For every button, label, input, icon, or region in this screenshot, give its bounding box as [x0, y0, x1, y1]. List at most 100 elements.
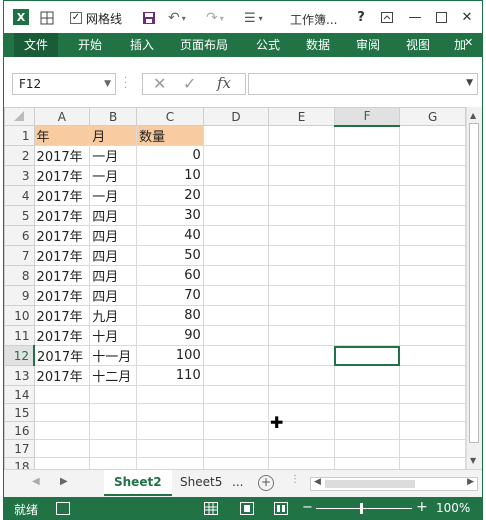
column-header-d[interactable]: D: [202, 107, 270, 126]
cell-e7[interactable]: [268, 245, 335, 266]
drag-handle-icon[interactable]: · · ·: [124, 74, 127, 94]
cell-e3[interactable]: [268, 165, 335, 186]
formula-input[interactable]: ▼: [248, 73, 478, 95]
scroll-thumb[interactable]: [469, 123, 479, 443]
zoom-slider[interactable]: [316, 508, 412, 509]
cell-a9[interactable]: 2017年: [33, 285, 91, 306]
row-header[interactable]: 2: [4, 145, 35, 166]
cell-e8[interactable]: [268, 265, 335, 286]
sheet-tab-sheet5[interactable]: Sheet5: [170, 470, 232, 496]
cell-f6[interactable]: [333, 225, 401, 246]
cell-f11[interactable]: [333, 325, 401, 346]
cell-a3[interactable]: 2017年: [33, 165, 91, 186]
cell-g9[interactable]: [399, 285, 466, 306]
more-sheets-button[interactable]: ...: [226, 470, 249, 496]
tab-review[interactable]: 审阅: [356, 33, 380, 57]
cell-a13[interactable]: 2017年: [33, 365, 91, 386]
row-header[interactable]: 8: [4, 265, 35, 286]
cell-g14[interactable]: [399, 385, 466, 404]
zoom-slider-knob[interactable]: [360, 503, 363, 514]
horizontal-scrollbar[interactable]: ◀ ▶: [310, 477, 478, 491]
cell-g6[interactable]: [399, 225, 466, 246]
cell-e5[interactable]: [268, 205, 335, 226]
cell-e12[interactable]: [268, 345, 335, 366]
cell-a4[interactable]: 2017年: [33, 185, 91, 206]
cell-a18[interactable]: [33, 457, 91, 469]
cell-f8[interactable]: [333, 265, 401, 286]
row-header[interactable]: 1: [4, 125, 35, 146]
row-header[interactable]: 12: [4, 345, 36, 366]
add-sheet-icon[interactable]: +: [258, 475, 274, 491]
cell-c13[interactable]: 110: [136, 365, 204, 386]
cell-b3[interactable]: 一月: [89, 165, 138, 186]
cell-g4[interactable]: [399, 185, 466, 206]
cell-b14[interactable]: [89, 385, 138, 404]
cell-g17[interactable]: [399, 439, 466, 458]
cell-d15[interactable]: [202, 403, 270, 422]
tab-data[interactable]: 数据: [306, 33, 330, 57]
tab-home[interactable]: 开始: [78, 33, 102, 57]
customize-toolbar-icon[interactable]: ☰ ▾: [244, 9, 263, 27]
zoom-in-icon[interactable]: +: [416, 499, 428, 515]
row-header[interactable]: 4: [4, 185, 35, 206]
cell-g7[interactable]: [399, 245, 466, 266]
scroll-up-icon[interactable]: ▲: [470, 111, 476, 120]
cancel-icon[interactable]: ✕: [153, 74, 166, 93]
cell-c11[interactable]: 90: [136, 325, 204, 346]
cell-f5[interactable]: [333, 205, 401, 226]
cell-d11[interactable]: [202, 325, 270, 346]
cell-f1[interactable]: [333, 125, 401, 146]
cell-c17[interactable]: [136, 439, 204, 458]
cell-c3[interactable]: 10: [136, 165, 204, 186]
cell-c9[interactable]: 70: [136, 285, 204, 306]
cell-d2[interactable]: [202, 145, 270, 166]
page-break-preview-icon[interactable]: [274, 502, 288, 515]
cell-g10[interactable]: [399, 305, 466, 326]
cell-f2[interactable]: [333, 145, 401, 166]
cell-a8[interactable]: 2017年: [33, 265, 91, 286]
cell-d16[interactable]: [202, 421, 270, 440]
cell-g5[interactable]: [399, 205, 466, 226]
cell-e18[interactable]: [268, 457, 335, 469]
cell-d3[interactable]: [202, 165, 270, 186]
cell-e10[interactable]: [268, 305, 335, 326]
column-header-c[interactable]: C: [136, 107, 204, 126]
row-header[interactable]: 7: [4, 245, 35, 266]
row-header[interactable]: 10: [4, 305, 35, 326]
cell-g3[interactable]: [399, 165, 466, 186]
cell-g8[interactable]: [399, 265, 466, 286]
cell-b6[interactable]: 四月: [89, 225, 138, 246]
close-icon[interactable]: ✕: [456, 6, 478, 28]
cell-b12[interactable]: 十一月: [89, 345, 138, 366]
cell-b15[interactable]: [89, 403, 138, 422]
prev-sheet-icon[interactable]: ◀: [32, 476, 40, 487]
cell-g13[interactable]: [399, 365, 466, 386]
select-all-corner[interactable]: [4, 107, 35, 126]
cell-g1[interactable]: [399, 125, 466, 146]
cell-f14[interactable]: [333, 385, 401, 404]
cell-d9[interactable]: [202, 285, 270, 306]
macro-record-icon[interactable]: [56, 502, 70, 515]
redo-icon[interactable]: ↷ ▾: [206, 9, 224, 27]
cell-d4[interactable]: [202, 185, 270, 206]
tab-page-layout[interactable]: 页面布局: [180, 33, 228, 57]
cell-b9[interactable]: 四月: [89, 285, 138, 306]
normal-view-icon[interactable]: [204, 502, 218, 515]
cell-e17[interactable]: [268, 439, 335, 458]
row-header[interactable]: 11: [4, 325, 35, 346]
row-header[interactable]: 18: [4, 457, 35, 469]
scroll-down-icon[interactable]: ▼: [470, 456, 476, 465]
cell-c5[interactable]: 30: [136, 205, 204, 226]
cell-a5[interactable]: 2017年: [33, 205, 91, 226]
cell-e1[interactable]: [268, 125, 335, 146]
cell-a6[interactable]: 2017年: [33, 225, 91, 246]
next-sheet-icon[interactable]: ▶: [60, 476, 68, 487]
cell-g15[interactable]: [399, 403, 466, 422]
cell-a12[interactable]: 2017年: [33, 345, 91, 366]
cell-f18[interactable]: [333, 457, 401, 469]
minimize-icon[interactable]: —: [404, 6, 426, 28]
cell-f17[interactable]: [333, 439, 401, 458]
cell-d18[interactable]: [202, 457, 270, 469]
cell-e2[interactable]: [268, 145, 335, 166]
cell-c16[interactable]: [136, 421, 204, 440]
